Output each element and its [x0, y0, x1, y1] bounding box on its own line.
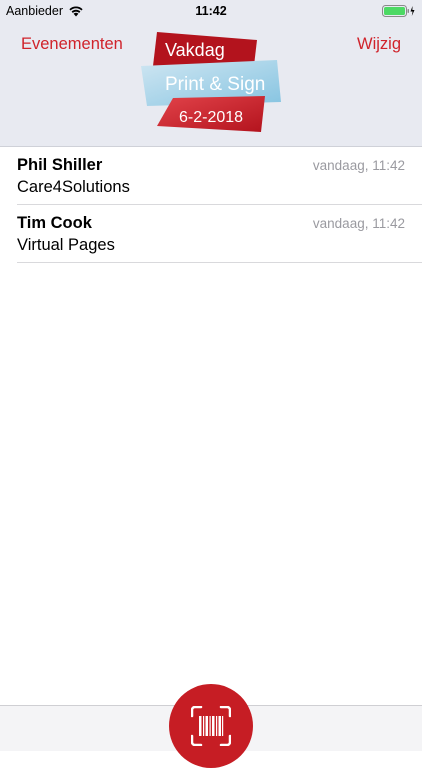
- navigation-bar: Evenementen Vakdag Print & Sign 6-2-2018…: [0, 22, 422, 147]
- contacts-list: Phil Shiller vandaag, 11:42 Care4Solutio…: [0, 147, 422, 263]
- logo-line1: Vakdag: [165, 40, 225, 60]
- list-item[interactable]: Phil Shiller vandaag, 11:42 Care4Solutio…: [0, 147, 422, 205]
- events-back-button[interactable]: Evenementen: [21, 35, 123, 54]
- event-logo: Vakdag Print & Sign 6-2-2018: [141, 32, 281, 132]
- status-time: 11:42: [195, 4, 227, 18]
- contact-name: Tim Cook: [17, 214, 92, 232]
- contact-name: Phil Shiller: [17, 156, 103, 174]
- contact-timestamp: vandaag, 11:42: [312, 216, 405, 231]
- contact-company: Virtual Pages: [17, 236, 115, 254]
- logo-line2: Print & Sign: [165, 74, 265, 95]
- list-item[interactable]: Tim Cook vandaag, 11:42 Virtual Pages: [0, 205, 422, 263]
- battery-icon: [382, 5, 415, 17]
- contact-company: Care4Solutions: [17, 178, 130, 196]
- scan-button[interactable]: [169, 684, 253, 768]
- barcode-scan-icon: [191, 706, 231, 746]
- logo-date: 6-2-2018: [179, 109, 243, 126]
- contact-timestamp: vandaag, 11:42: [312, 158, 405, 173]
- status-bar: Aanbieder 11:42: [0, 0, 422, 22]
- edit-button[interactable]: Wijzig: [357, 35, 401, 54]
